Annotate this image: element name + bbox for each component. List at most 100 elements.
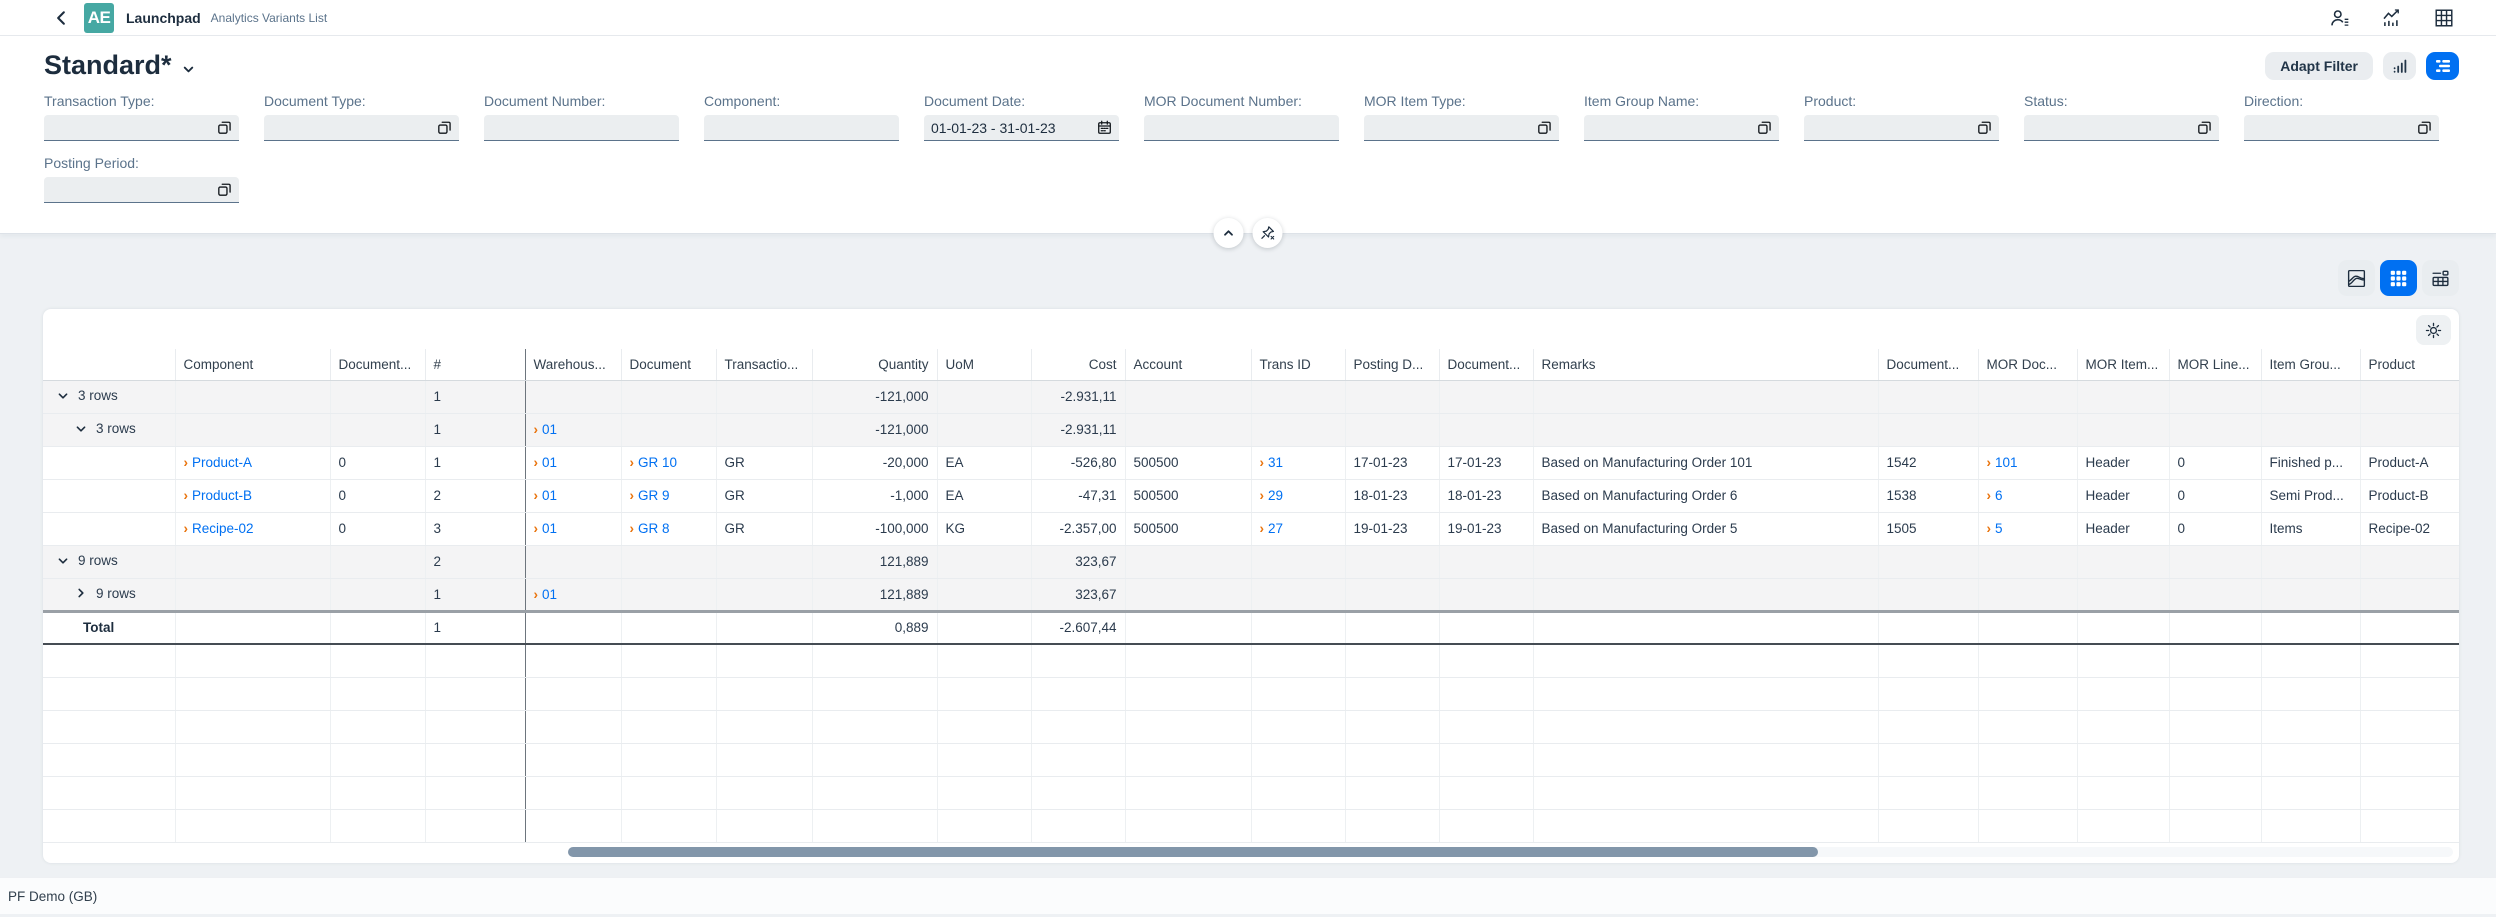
cell-link[interactable]: ›GR 9 [630,488,670,503]
link-chevron-icon: › [184,521,189,536]
column-header-moritem[interactable]: MOR Item... [2077,349,2169,380]
variant-selector[interactable]: Standard* [44,50,195,81]
value-help-icon[interactable] [217,120,232,135]
column-header-uom[interactable]: UoM [937,349,1031,380]
value-help-icon[interactable] [217,182,232,197]
cell-link[interactable]: ›29 [1260,488,1284,503]
cell-remarks: Based on Manufacturing Order 6 [1533,479,1878,512]
user-settings-button[interactable] [2328,6,2352,30]
column-header-tree[interactable] [43,349,175,380]
cell-link[interactable]: ›5 [1987,521,2003,536]
column-header-mordoc[interactable]: MOR Doc... [1978,349,2077,380]
pin-header-button[interactable] [1253,218,1283,248]
filter-input-document-number[interactable] [491,120,672,136]
table-settings-button[interactable] [2416,315,2451,345]
column-header-remarks[interactable]: Remarks [1533,349,1878,380]
data-row: ›Product-A01›01›GR 10GR-20,000EA-526,805… [43,446,2459,479]
chart-mode-button[interactable] [2383,52,2416,80]
cell-link[interactable]: ›01 [534,488,558,503]
adapt-filter-button[interactable]: Adapt Filter [2265,52,2373,80]
cell-link[interactable]: ›GR 10 [630,455,678,470]
column-header-doc2[interactable]: Document... [1439,349,1533,380]
cell-text: 1 [434,587,442,602]
view-chart-button[interactable] [2338,260,2375,296]
filter-input-product[interactable] [1811,120,1977,136]
filter-input-document-type[interactable] [271,120,437,136]
view-table-button[interactable] [2422,260,2459,296]
filter-input-box [484,115,679,141]
cell-link[interactable]: ›Product-B [184,488,253,503]
value-help-icon[interactable] [437,120,452,135]
filter-field-document-date: Document Date: [924,93,1119,141]
launchpad-grid-button[interactable] [2432,6,2456,30]
cell-transid [1251,611,1345,644]
column-header-document[interactable]: Document [621,349,716,380]
cell-doc3 [1878,611,1978,644]
calendar-icon[interactable] [1097,120,1112,135]
cell-link[interactable]: ›01 [534,422,558,437]
collapse-header-button[interactable] [1214,218,1244,248]
column-header-morline[interactable]: MOR Line... [2169,349,2261,380]
horizontal-scrollbar [43,846,2459,858]
cell-empty [1878,743,1978,776]
expand-toggle-expand-icon[interactable] [75,587,87,599]
value-help-icon[interactable] [2417,120,2432,135]
column-header-account[interactable]: Account [1125,349,1251,380]
column-header-postingd[interactable]: Posting D... [1345,349,1439,380]
back-button[interactable] [52,8,70,28]
filter-input-document-date[interactable] [931,120,1097,136]
analytics-button[interactable] [2380,6,2404,30]
cell-account [1125,578,1251,611]
value-help-icon[interactable] [1977,120,1992,135]
filter-input-posting-period[interactable] [51,182,217,198]
cell-link[interactable]: ›Product-A [184,455,253,470]
column-header-product[interactable]: Product [2360,349,2459,380]
filter-field-mor-document-number: MOR Document Number: [1144,93,1339,141]
cell-doc1 [330,413,425,446]
cell-link[interactable]: ›6 [1987,488,2003,503]
column-header-component[interactable]: Component [175,349,330,380]
value-help-icon[interactable] [2197,120,2212,135]
cell-warehouse: ›01 [525,512,621,545]
cell-link[interactable]: ›31 [1260,455,1284,470]
filter-input-component[interactable] [711,120,892,136]
column-header-num[interactable]: # [425,349,525,380]
cell-link[interactable]: ›01 [534,455,558,470]
cell-link[interactable]: ›Recipe-02 [184,521,254,536]
column-header-doc3[interactable]: Document... [1878,349,1978,380]
filter-input-status[interactable] [2031,120,2197,136]
cell-cost: -2.357,00 [1031,512,1125,545]
cell-link[interactable]: ›01 [534,521,558,536]
value-help-icon[interactable] [1537,120,1552,135]
cell-link[interactable]: ›27 [1260,521,1284,536]
column-header-transaction[interactable]: Transactio... [716,349,812,380]
value-help-icon[interactable] [1757,120,1772,135]
view-grid-button[interactable] [2380,260,2417,296]
filter-input-mor-document-number[interactable] [1151,120,1332,136]
expand-toggle-collapse-icon[interactable] [57,555,69,567]
cell-link[interactable]: ›GR 8 [630,521,670,536]
views-button[interactable] [2426,52,2459,80]
cell-document: ›GR 8 [621,512,716,545]
cell-quantity: -121,000 [812,380,937,413]
cell-transid [1251,380,1345,413]
cell-link[interactable]: ›101 [1987,455,2018,470]
column-header-cost[interactable]: Cost [1031,349,1125,380]
cell-doc1 [330,578,425,611]
cell-link[interactable]: ›01 [534,587,558,602]
expand-toggle-collapse-icon[interactable] [75,423,87,435]
column-header-quantity[interactable]: Quantity [812,349,937,380]
cell-component: ›Product-A [175,446,330,479]
column-header-doc1[interactable]: Document... [330,349,425,380]
group-label: 3 rows [78,388,118,403]
column-header-warehouse[interactable]: Warehous... [525,349,621,380]
column-header-transid[interactable]: Trans ID [1251,349,1345,380]
cell-empty [425,710,525,743]
column-header-itemgroup[interactable]: Item Grou... [2261,349,2360,380]
filter-input-item-group-name[interactable] [1591,120,1757,136]
filter-input-transaction-type[interactable] [51,120,217,136]
filter-input-direction[interactable] [2251,120,2417,136]
expand-toggle-collapse-icon[interactable] [57,390,69,402]
scrollbar-thumb[interactable] [568,847,1818,857]
filter-input-mor-item-type[interactable] [1371,120,1537,136]
